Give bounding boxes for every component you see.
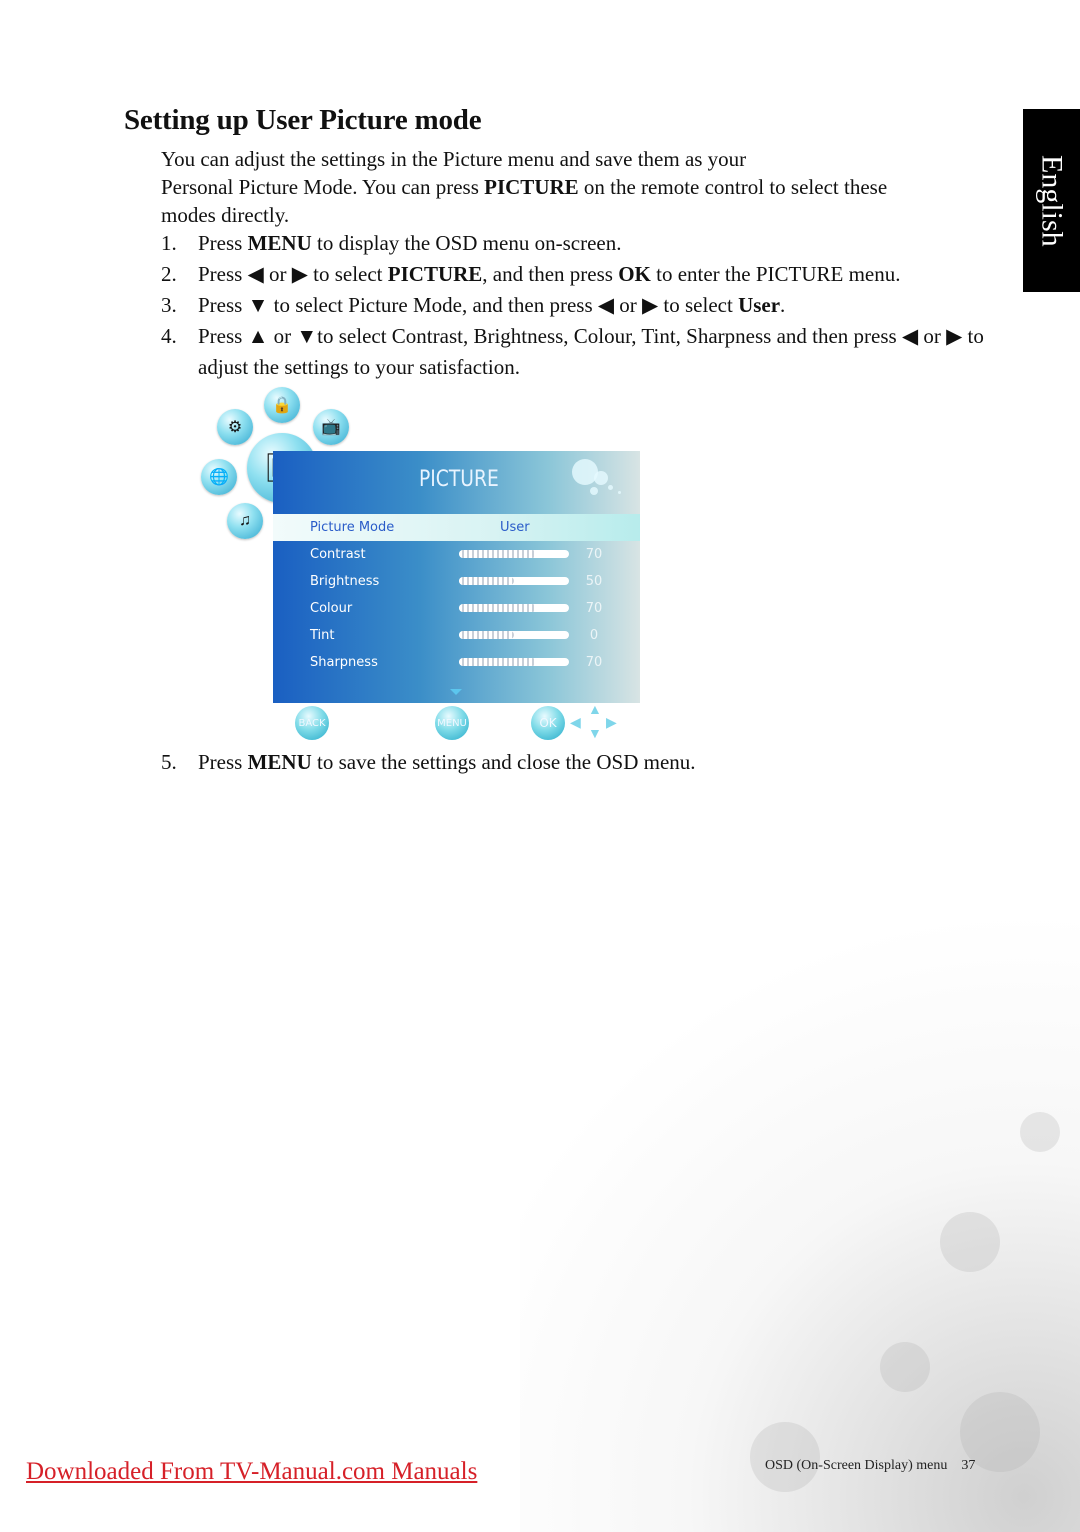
setting-label: Brightness xyxy=(310,574,380,589)
step-text: to save the settings and close the OSD m… xyxy=(311,750,696,774)
back-button[interactable]: BACK xyxy=(295,706,329,740)
osd-footer: BACK MENU OK ▲ ◀ ▶ ▼ xyxy=(273,703,640,743)
step-number: 4. xyxy=(161,324,177,348)
setting-value: 70 xyxy=(585,547,603,562)
arrow-right-icon: ▶ xyxy=(606,716,617,731)
ok-button[interactable]: OK xyxy=(531,706,565,740)
intro-text: Personal Picture Mode. You can press xyxy=(161,175,485,199)
page-title: Setting up User Picture mode xyxy=(124,104,482,136)
language-tab: English xyxy=(1023,109,1080,292)
step-bold: User xyxy=(738,293,781,317)
step-number: 3. xyxy=(161,293,177,317)
setting-value: 70 xyxy=(585,655,603,670)
bubbles-decoration xyxy=(572,457,632,499)
menu-button[interactable]: MENU xyxy=(435,706,469,740)
lock-icon: 🔒 xyxy=(264,387,300,423)
settings-gear-icon: ⚙ xyxy=(217,409,253,445)
arrow-down-icon: ▼ xyxy=(588,727,602,742)
slider-fill xyxy=(459,604,536,612)
step-bold: MENU xyxy=(247,750,312,774)
nav-arrows-icon: ▲ ◀ ▶ ▼ xyxy=(570,703,624,742)
footer-section-title: OSD (On-Screen Display) menu xyxy=(765,1458,948,1473)
step-text: Press xyxy=(198,750,248,774)
osd-header: PICTURE xyxy=(273,451,640,517)
intro-bold-picture: PICTURE xyxy=(484,175,579,199)
setting-slider[interactable] xyxy=(459,577,569,585)
page-footer: OSD (On-Screen Display) menu 37 xyxy=(765,1458,975,1474)
page-number: 37 xyxy=(961,1458,976,1473)
steps-list: 1. Press MENU to display the OSD menu on-… xyxy=(161,228,1001,383)
step-bold: PICTURE xyxy=(387,262,483,286)
step-text: . xyxy=(780,293,786,317)
osd-row-picture-mode[interactable]: Picture Mode User xyxy=(273,514,640,541)
osd-row-brightness[interactable]: Brightness 50 xyxy=(273,568,640,595)
osd-header-title: PICTURE xyxy=(419,467,499,492)
osd-row-colour[interactable]: Colour 70 xyxy=(273,595,640,622)
setting-label: Tint xyxy=(310,628,335,643)
step-item: 1. Press MENU to display the OSD menu on-… xyxy=(161,228,1001,259)
setting-slider[interactable] xyxy=(459,658,569,666)
setting-slider[interactable] xyxy=(459,604,569,612)
slider-fill xyxy=(459,631,514,639)
intro-paragraph: You can adjust the settings in the Pictu… xyxy=(161,145,981,229)
setting-value: 50 xyxy=(585,574,603,589)
step-text: Press ▼ to select Picture Mode, and then… xyxy=(198,293,739,317)
setting-label: Contrast xyxy=(310,547,366,562)
download-source-link[interactable]: Downloaded From TV-Manual.com Manuals xyxy=(26,1458,477,1486)
step-item: 3. Press ▼ to select Picture Mode, and th… xyxy=(161,290,1001,321)
step-number: 1. xyxy=(161,231,177,255)
background-sparkle-decoration xyxy=(520,832,1080,1532)
osd-row-tint[interactable]: Tint 0 xyxy=(273,622,640,649)
step-5: 5. Press MENU to save the settings and cl… xyxy=(161,747,696,778)
intro-line-1: You can adjust the settings in the Pictu… xyxy=(161,147,747,171)
step-text: Press ◀ or ▶ to select xyxy=(198,262,388,286)
intro-line-3: modes directly. xyxy=(161,203,290,227)
step-text: to enter the PICTURE menu. xyxy=(650,262,901,286)
step-text: Press ▲ or ▼to select Contrast, Brightne… xyxy=(198,324,984,379)
setting-slider[interactable] xyxy=(459,631,569,639)
arrow-up-icon: ▲ xyxy=(588,703,602,718)
step-number: 5. xyxy=(161,750,177,774)
intro-text: on the remote control to select these xyxy=(578,175,888,199)
language-tab-label: English xyxy=(1035,154,1069,247)
setting-label: Colour xyxy=(310,601,353,616)
setting-slider[interactable] xyxy=(459,550,569,558)
osd-menu-illustration: ⚙ 🔒 📺 🖼 🌐 ♫ PICTURE Picture Mode User Co… xyxy=(195,383,655,748)
step-bold: MENU xyxy=(247,231,312,255)
step-item: 4. Press ▲ or ▼to select Contrast, Bright… xyxy=(161,321,1001,383)
setting-value: 70 xyxy=(585,601,603,616)
globe-clock-icon: 🌐 xyxy=(201,459,237,495)
osd-row-contrast[interactable]: Contrast 70 xyxy=(273,541,640,568)
scroll-down-arrow-icon xyxy=(450,689,462,695)
step-bold: OK xyxy=(618,262,651,286)
picture-mode-value: User xyxy=(500,520,530,535)
setting-label: Sharpness xyxy=(310,655,378,670)
step-text: to display the OSD menu on-screen. xyxy=(311,231,622,255)
arrow-left-icon: ◀ xyxy=(570,716,581,731)
music-note-icon: ♫ xyxy=(227,503,263,539)
osd-panel: PICTURE Picture Mode User Contrast 70 Brig… xyxy=(273,451,640,703)
tv-screen-icon: 📺 xyxy=(313,409,349,445)
slider-fill xyxy=(459,577,514,585)
step-number: 2. xyxy=(161,262,177,286)
picture-mode-label: Picture Mode xyxy=(310,520,395,535)
osd-row-sharpness[interactable]: Sharpness 70 xyxy=(273,649,640,676)
step-text: , and then press xyxy=(482,262,619,286)
step-text: Press xyxy=(198,231,248,255)
setting-value: 0 xyxy=(589,628,599,643)
step-item: 2. Press ◀ or ▶ to select PICTURE, and th… xyxy=(161,259,1001,290)
slider-fill xyxy=(459,658,536,666)
intro-line-2: Personal Picture Mode. You can press PIC… xyxy=(161,173,981,201)
slider-fill xyxy=(459,550,536,558)
